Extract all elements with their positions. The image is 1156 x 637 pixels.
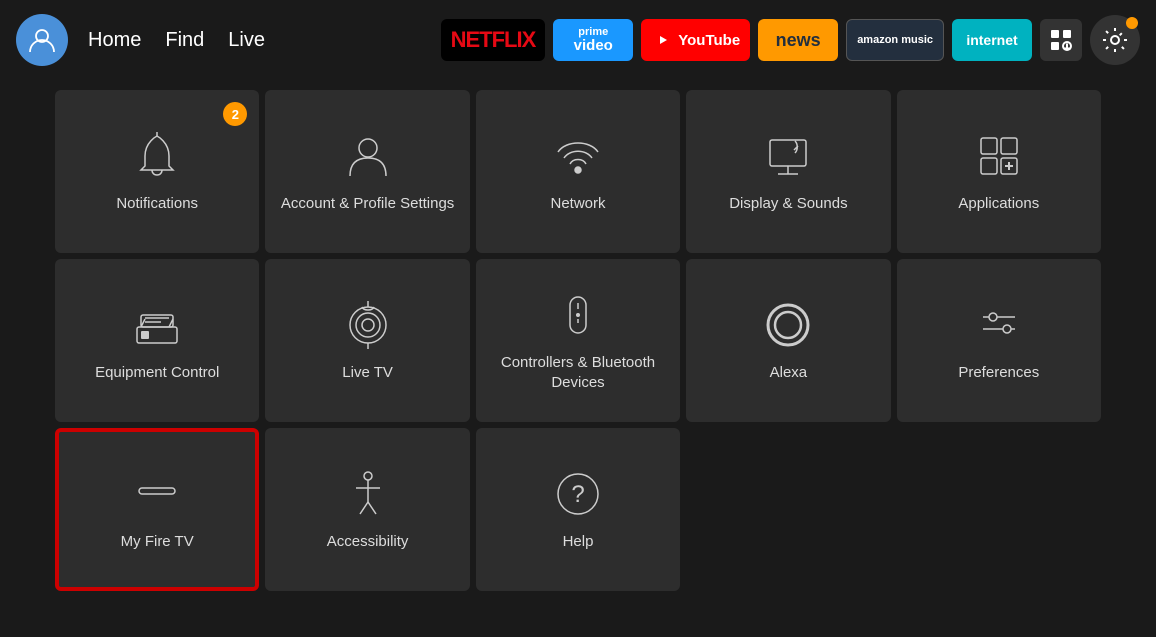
tile-accessibility[interactable]: Accessibility (265, 428, 469, 591)
account-label: Account & Profile Settings (281, 194, 454, 214)
my-fire-tv-label: My Fire TV (121, 532, 194, 552)
tile-live-tv[interactable]: Live TV (265, 259, 469, 422)
app-internet[interactable]: internet (952, 19, 1032, 61)
preferences-label: Preferences (958, 363, 1039, 383)
account-icon (342, 130, 394, 182)
applications-icon (973, 130, 1025, 182)
nav-apps: NETFLIX prime video YouTube news amazon … (441, 15, 1140, 65)
notification-badge: 2 (223, 102, 247, 126)
app-netflix[interactable]: NETFLIX (441, 19, 546, 61)
tile-my-fire-tv[interactable]: My Fire TV (55, 428, 259, 591)
settings-notification-dot (1126, 17, 1138, 29)
nav-links: Home Find Live (88, 25, 265, 56)
display-sounds-label: Display & Sounds (729, 194, 847, 214)
user-avatar[interactable] (16, 14, 68, 66)
controllers-label: Controllers & Bluetooth Devices (476, 353, 680, 392)
accessibility-label: Accessibility (327, 532, 409, 552)
controllers-icon (552, 289, 604, 341)
notifications-icon (131, 130, 183, 182)
app-amazonmusic[interactable]: amazon music (846, 19, 944, 61)
network-label: Network (550, 194, 605, 214)
settings-tiles: 2 Notifications Account & Profile Settin… (55, 90, 1101, 591)
settings-grid: 2 Notifications Account & Profile Settin… (0, 80, 1156, 601)
settings-button[interactable] (1090, 15, 1140, 65)
tile-applications[interactable]: Applications (897, 90, 1101, 253)
nav-find[interactable]: Find (165, 25, 204, 56)
tile-controllers-bluetooth[interactable]: Controllers & Bluetooth Devices (476, 259, 680, 422)
preferences-icon (973, 299, 1025, 351)
alexa-label: Alexa (770, 363, 808, 383)
notifications-label: Notifications (116, 194, 198, 214)
applications-label: Applications (958, 194, 1039, 214)
alexa-icon (762, 299, 814, 351)
display-sounds-icon (762, 130, 814, 182)
tile-notifications[interactable]: 2 Notifications (55, 90, 259, 253)
network-icon (552, 130, 604, 182)
nav-home[interactable]: Home (88, 25, 141, 56)
equipment-control-label: Equipment Control (95, 363, 219, 383)
equipment-control-icon (131, 299, 183, 351)
navbar: Home Find Live NETFLIX prime video YouTu… (0, 0, 1156, 80)
tile-help[interactable]: ? Help (476, 428, 680, 591)
app-youtube[interactable]: YouTube (641, 19, 750, 61)
tile-preferences[interactable]: Preferences (897, 259, 1101, 422)
my-fire-tv-icon (131, 468, 183, 520)
accessibility-icon (342, 468, 394, 520)
live-tv-label: Live TV (342, 363, 393, 383)
apps-grid-button[interactable] (1040, 19, 1082, 61)
nav-live[interactable]: Live (228, 25, 265, 56)
tile-network[interactable]: Network (476, 90, 680, 253)
help-label: Help (563, 532, 594, 552)
tile-account-profile[interactable]: Account & Profile Settings (265, 90, 469, 253)
help-icon: ? (552, 468, 604, 520)
svg-text:?: ? (571, 481, 584, 508)
app-news[interactable]: news (758, 19, 838, 61)
tile-display-sounds[interactable]: Display & Sounds (686, 90, 890, 253)
tile-equipment-control[interactable]: Equipment Control (55, 259, 259, 422)
live-tv-icon (342, 299, 394, 351)
app-primevideo[interactable]: prime video (553, 19, 633, 61)
tile-alexa[interactable]: Alexa (686, 259, 890, 422)
